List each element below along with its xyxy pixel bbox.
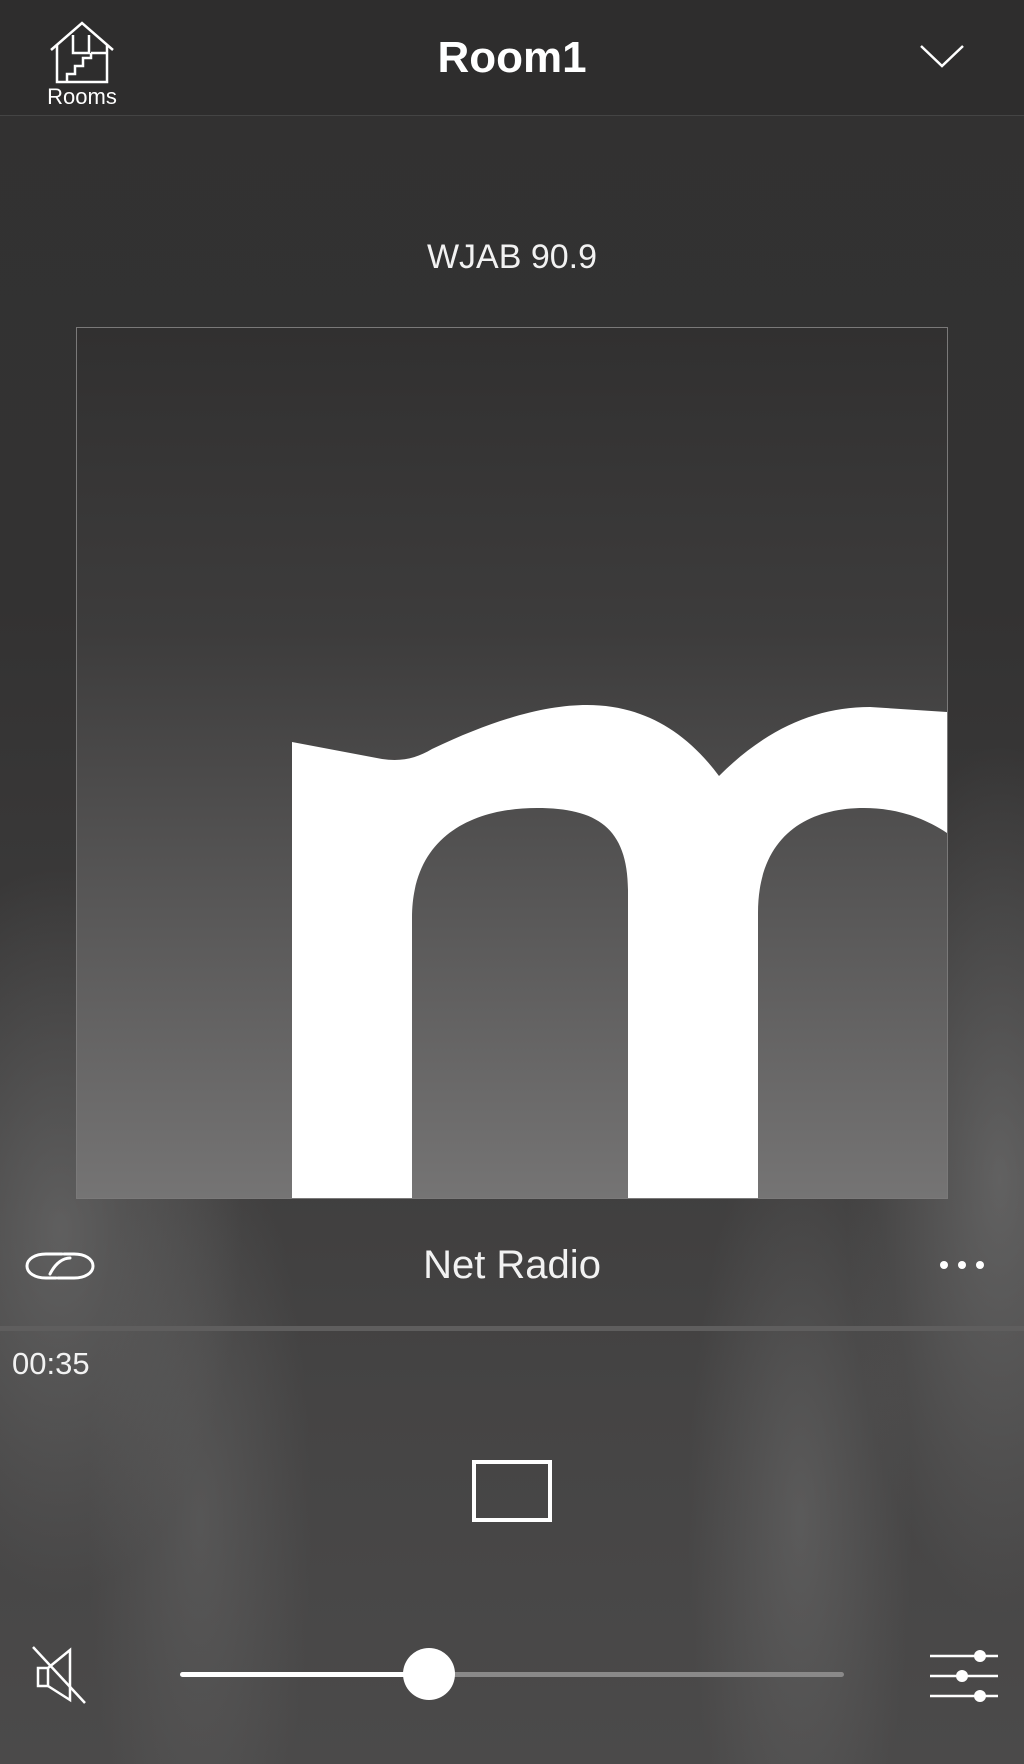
station-name: WJAB 90.9	[426, 238, 598, 276]
collapse-button[interactable]	[916, 36, 968, 76]
volume-track-remaining	[429, 1672, 844, 1677]
equalizer-icon	[930, 1650, 998, 1702]
source-row: Net Radio	[0, 1236, 1024, 1294]
elapsed-time: 00:35	[12, 1346, 90, 1381]
source-name: Net Radio	[423, 1243, 601, 1287]
album-art	[76, 327, 948, 1199]
chevron-down-icon	[920, 45, 964, 68]
volume-thumb[interactable]	[403, 1648, 455, 1700]
speaker-muted-icon	[32, 1646, 86, 1704]
now-playing-screen: Rooms Room1 WJAB 90.9 Net Radio 00:35	[0, 0, 1024, 1764]
header-bar: Rooms Room1	[0, 0, 1024, 116]
rooms-label: Rooms	[47, 84, 117, 109]
link-icon	[25, 1252, 95, 1280]
house-icon	[50, 21, 114, 84]
room-title: Room1	[437, 33, 587, 82]
more-options-button[interactable]	[932, 1248, 992, 1282]
equalizer-button[interactable]	[928, 1648, 1000, 1704]
stop-icon	[472, 1460, 552, 1522]
more-icon	[940, 1261, 984, 1269]
mute-button[interactable]	[30, 1644, 88, 1706]
link-button[interactable]	[22, 1244, 98, 1288]
album-art-letter-graphic	[292, 705, 947, 1198]
progress-track	[0, 1326, 1024, 1331]
stop-button[interactable]	[472, 1460, 552, 1522]
volume-track-filled	[180, 1672, 429, 1677]
rooms-button[interactable]: Rooms	[36, 20, 128, 110]
volume-slider[interactable]	[180, 1648, 844, 1700]
